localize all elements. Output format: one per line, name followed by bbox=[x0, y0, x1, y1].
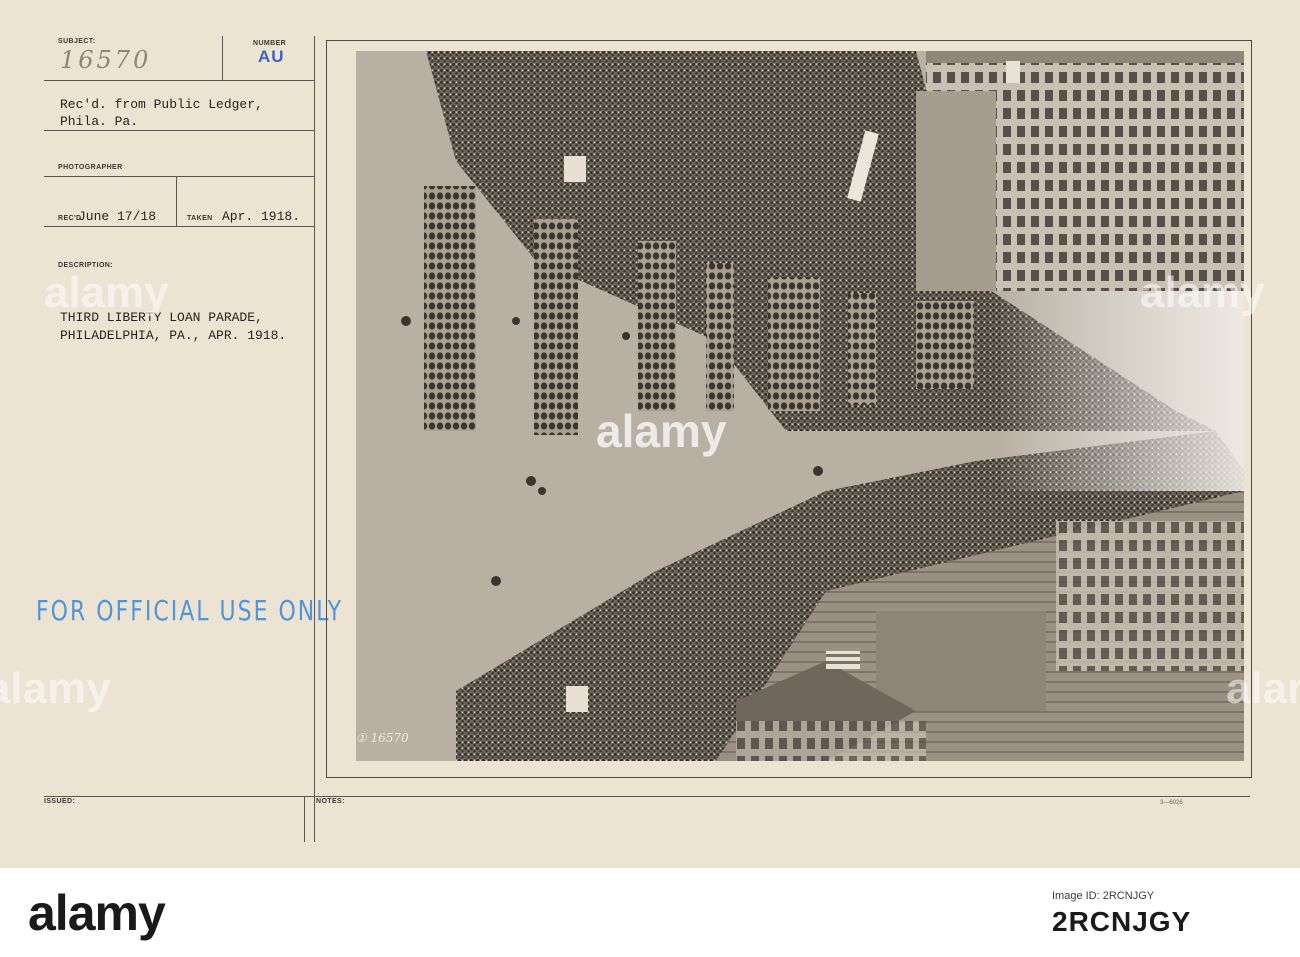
parade-aerial-illustration bbox=[356, 51, 1244, 761]
taken-label: TAKEN bbox=[187, 215, 213, 222]
form-number: 3—6026 bbox=[1160, 800, 1183, 806]
official-use-stamp: FOR OFFICIAL USE ONLY bbox=[36, 596, 344, 628]
photographer-label: PHOTOGRAPHER bbox=[58, 164, 123, 171]
rule-bottom bbox=[44, 796, 1250, 797]
description-line2: PHILADELPHIA, PA., APR. 1918. bbox=[60, 328, 287, 343]
issued-label: ISSUED: bbox=[44, 798, 76, 805]
notes-label: NOTES: bbox=[316, 798, 345, 805]
rule-dates-divider bbox=[176, 176, 177, 226]
description-label: DESCRIPTION: bbox=[58, 262, 113, 269]
archival-record-card: SUBJECT: NUMBER PHOTOGRAPHER REC'D TAKEN… bbox=[0, 0, 1300, 868]
rule-photographer bbox=[44, 176, 314, 177]
number-label: NUMBER bbox=[253, 40, 287, 47]
subject-handwritten-number: 16570 bbox=[60, 46, 152, 74]
stock-banner: alamy Image ID: 2RCNJGY 2RCNJGY bbox=[0, 868, 1300, 957]
rule-dates bbox=[44, 226, 314, 227]
received-from-line2: Phila. Pa. bbox=[60, 114, 139, 129]
subject-label: SUBJECT: bbox=[58, 38, 96, 45]
photo-negative-number: ① 16570 bbox=[356, 731, 409, 745]
rule-issued-divider bbox=[304, 796, 305, 842]
description-line1: THIRD LIBERTY LOAN PARADE, bbox=[60, 310, 263, 325]
rule-subject bbox=[44, 80, 314, 81]
parade-photograph: ① 16570 bbox=[356, 51, 1244, 761]
brand-logo: alamy bbox=[28, 885, 166, 941]
watermark-bottom-left: alamy bbox=[0, 664, 111, 713]
image-id-label: Image ID: 2RCNJGY bbox=[1052, 890, 1155, 902]
recd-date: June 17/18 bbox=[78, 209, 157, 224]
number-stamp: AU bbox=[258, 47, 285, 66]
taken-date: Apr. 1918. bbox=[222, 209, 301, 224]
rule-received bbox=[44, 130, 314, 131]
image-ref-code: 2RCNJGY bbox=[1052, 906, 1192, 937]
rule-subject-divider bbox=[222, 36, 223, 80]
rule-left-column bbox=[314, 36, 315, 842]
received-from-line1: Rec'd. from Public Ledger, bbox=[60, 97, 263, 112]
